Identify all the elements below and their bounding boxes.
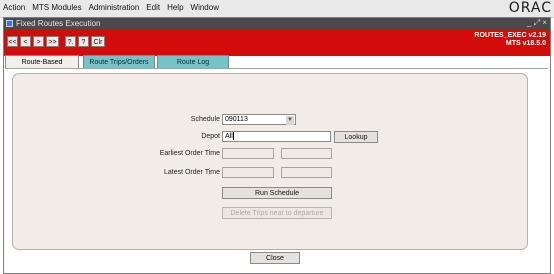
delete-trips-button: Delete Trips near to departure	[222, 207, 332, 219]
query-button[interactable]: ?.	[65, 36, 76, 47]
chevron-down-icon[interactable]: ▼	[286, 116, 294, 125]
toolbar: << < > >> ?. ? Clr ROUTES_EXEC v2.19 MTS…	[4, 29, 550, 56]
tab-route-trips-orders[interactable]: Route Trips/Orders	[83, 55, 155, 68]
help-button[interactable]: ?	[78, 36, 89, 47]
earliest-order-time-end-field	[281, 148, 332, 159]
schedule-select[interactable]: 090113 ▼	[222, 114, 296, 125]
menu-window[interactable]: Window	[191, 3, 219, 12]
first-record-button[interactable]: <<	[7, 36, 18, 47]
depot-label: Depot	[201, 133, 220, 140]
window-title-bar: Fixed Routes Execution _ ⤢ ×	[4, 18, 550, 29]
oracle-logo: ORAC	[508, 0, 552, 16]
latest-order-time-label: Latest Order Time	[163, 169, 220, 176]
version-info: ROUTES_EXEC v2.19 MTS v18.5.0	[474, 32, 546, 48]
menu-bar: Action MTS Modules Administration Edit H…	[0, 0, 554, 18]
menu-mts-modules[interactable]: MTS Modules	[32, 3, 81, 12]
menu-help[interactable]: Help	[167, 3, 183, 12]
next-record-button[interactable]: >	[33, 36, 44, 47]
lookup-button[interactable]: Lookup	[334, 131, 378, 143]
fixed-routes-window: Fixed Routes Execution _ ⤢ × << < > >> ?…	[3, 17, 551, 274]
schedule-value: 090113	[225, 116, 248, 123]
routes-exec-version: ROUTES_EXEC v2.19	[474, 32, 546, 39]
window-controls-icon[interactable]: _ ⤢ ×	[527, 18, 547, 28]
schedule-label: Schedule	[190, 116, 220, 123]
latest-order-time-start-field	[222, 167, 274, 178]
text-cursor	[232, 132, 234, 141]
window-title: Fixed Routes Execution	[16, 19, 101, 28]
earliest-order-time-start-field	[222, 148, 274, 159]
menu-action[interactable]: Action	[3, 3, 25, 12]
menu-edit[interactable]: Edit	[146, 3, 160, 12]
window-icon	[6, 20, 13, 27]
last-record-button[interactable]: >>	[46, 36, 59, 47]
tab-route-log[interactable]: Route Log	[157, 55, 229, 68]
latest-order-time-end-field	[281, 167, 332, 178]
close-button[interactable]: Close	[250, 252, 300, 264]
scheduling-form: Schedule 090113 ▼ Depot All Lookup Earli…	[12, 73, 528, 250]
clear-button[interactable]: Clr	[91, 36, 105, 47]
depot-value: All	[225, 133, 233, 140]
previous-record-button[interactable]: <	[20, 36, 31, 47]
depot-input[interactable]: All	[222, 131, 331, 142]
earliest-order-time-label: Earliest Order Time	[159, 150, 220, 157]
mts-version: MTS v18.5.0	[505, 40, 546, 47]
menu-administration[interactable]: Administration	[89, 3, 140, 12]
tab-route-based-scheduling[interactable]: Route-Based Scheduling	[5, 55, 79, 79]
menu-list: Action MTS Modules Administration Edit H…	[3, 3, 219, 12]
run-schedule-button[interactable]: Run Schedule	[222, 187, 332, 199]
